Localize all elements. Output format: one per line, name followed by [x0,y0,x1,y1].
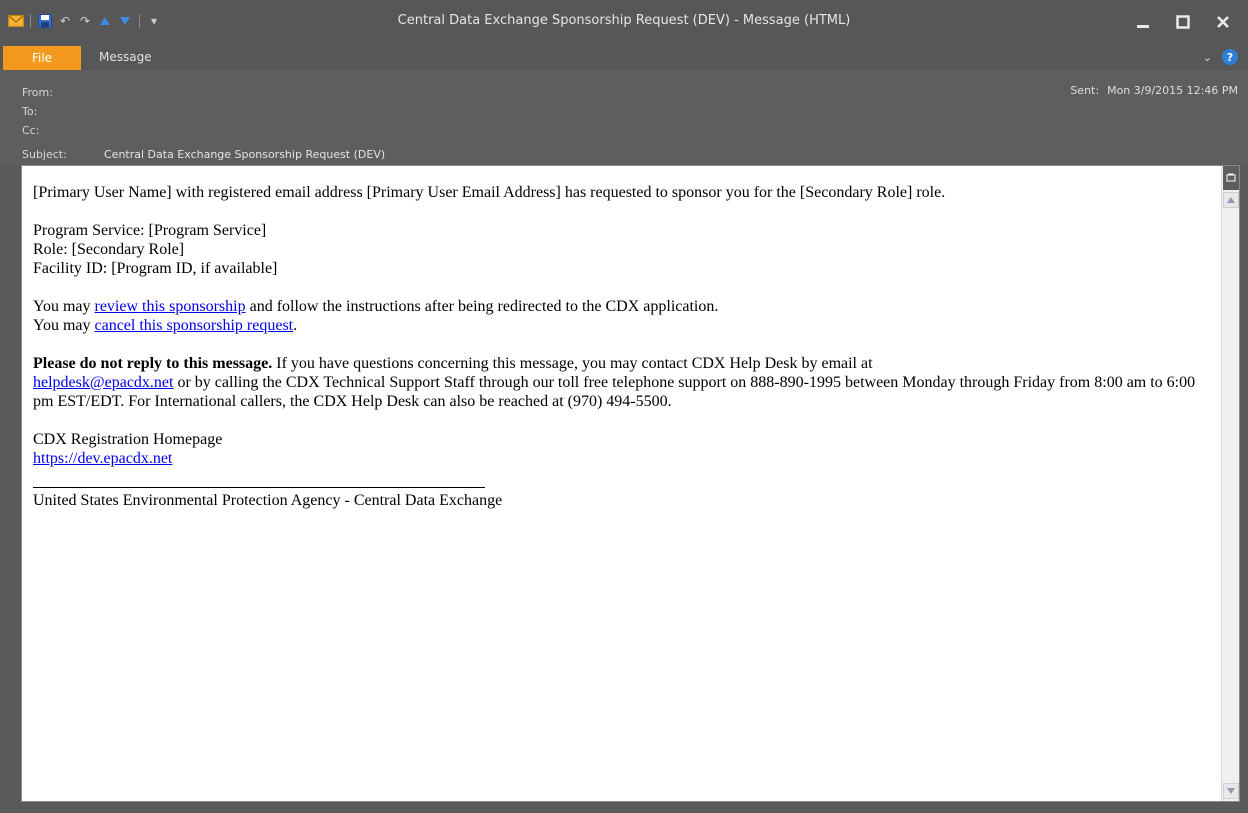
notice-text: If you have questions concerning this me… [272,355,873,372]
minimize-icon [1137,25,1149,28]
subject-label: Subject: [22,147,67,161]
sent-label: Sent: [1070,84,1100,97]
cancel-suffix: . [293,317,298,334]
rights-management-icon[interactable] [1223,166,1239,190]
expand-ribbon-icon[interactable]: ⌄ [1203,51,1212,64]
cancel-sponsorship-link[interactable]: cancel this sponsorship request [95,317,294,334]
window-controls [1126,8,1240,36]
notice-bold-text: Please do not reply to this message. [33,355,273,372]
window-title: Central Data Exchange Sponsorship Reques… [397,13,851,28]
message-content: [Primary User Name] with registered emai… [33,183,1203,510]
from-row: From: [22,84,104,100]
scroll-down-button[interactable] [1223,783,1239,799]
notice-text-2: or by calling the CDX Technical Support … [33,374,1196,410]
intro-paragraph: [Primary User Name] with registered emai… [33,184,946,201]
details-paragraph: Program Service: [Program Service] Role:… [33,221,1203,278]
tab-file[interactable]: File [3,46,81,70]
sent-value: Mon 3/9/2015 12:46 PM [1107,84,1238,97]
cc-row: Cc: [22,122,104,138]
homepage-label: CDX Registration Homepage [33,431,223,448]
cc-label: Cc: [22,123,40,137]
subject-row: Subject: Central Data Exchange Sponsorsh… [22,146,385,162]
role-line: Role: [Secondary Role] [33,241,185,258]
minimize-button[interactable] [1126,8,1160,36]
title-bar: ↶ ↷ ▾ Central Data Exchange Sponsorship … [0,0,1248,46]
subject-value: Central Data Exchange Sponsorship Reques… [104,147,386,161]
helpdesk-email-link[interactable]: helpdesk@epacdx.net [33,374,173,391]
outlook-message-window: ↶ ↷ ▾ Central Data Exchange Sponsorship … [0,0,1248,813]
review-sponsorship-link[interactable]: review this sponsorship [95,298,246,315]
scroll-up-button[interactable] [1223,192,1239,208]
to-label: To: [22,104,38,118]
from-label: From: [22,85,53,99]
vertical-scrollbar[interactable] [1221,166,1239,801]
message-body[interactable]: [Primary User Name] with registered emai… [21,165,1240,802]
ribbon-tabs: File Message ⌄ ? [0,46,1248,70]
ribbon-right-controls: ⌄ ? [1203,49,1238,65]
cancel-prefix: You may [33,317,95,334]
scroll-down-icon [1227,788,1235,794]
review-suffix: and follow the instructions after being … [245,298,719,315]
program-service-line: Program Service: [Program Service] [33,222,267,239]
maximize-button[interactable] [1166,8,1200,36]
maximize-icon [1176,15,1190,29]
scroll-up-icon [1227,197,1235,203]
help-icon[interactable]: ? [1222,49,1238,65]
footer-divider [33,487,485,488]
review-prefix: You may [33,298,95,315]
close-button[interactable] [1206,8,1240,36]
notice-paragraph: Please do not reply to this message. If … [33,354,1203,411]
to-row: To: [22,103,104,119]
footer-text: United States Environmental Protection A… [33,492,503,509]
sent-info: Sent: Mon 3/9/2015 12:46 PM [1070,84,1238,97]
close-icon [1217,16,1229,28]
homepage-link[interactable]: https://dev.epacdx.net [33,450,172,467]
facility-id-line: Facility ID: [Program ID, if available] [33,260,278,277]
homepage-paragraph: CDX Registration Homepage https://dev.ep… [33,430,1203,468]
tab-message[interactable]: Message [99,50,152,64]
actions-paragraph: You may review this sponsorship and foll… [33,297,1203,335]
message-header: From: To: Cc: Subject: Central Data Exch… [0,70,1248,164]
